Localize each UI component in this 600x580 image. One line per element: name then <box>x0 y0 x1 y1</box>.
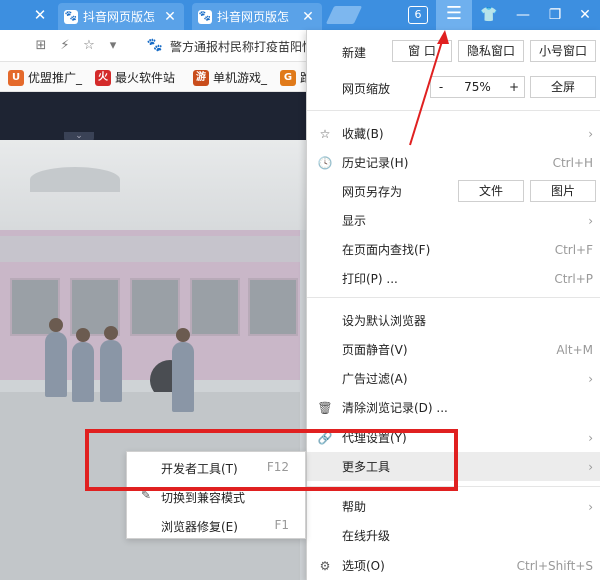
annotation-arrow <box>409 30 449 146</box>
